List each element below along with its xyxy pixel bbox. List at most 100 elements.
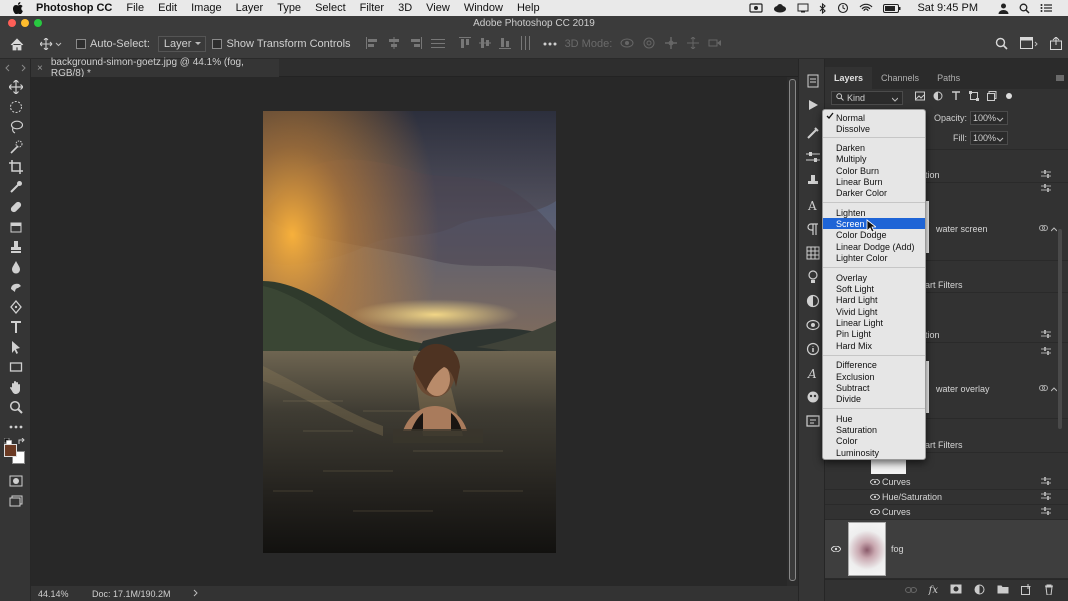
battery-icon[interactable] bbox=[883, 3, 901, 13]
zoom-tool-icon[interactable] bbox=[0, 397, 31, 417]
blend-option-hard-mix[interactable]: Hard Mix bbox=[823, 340, 925, 351]
edit-toolbar-icon[interactable] bbox=[0, 417, 31, 437]
blend-option-difference[interactable]: Difference bbox=[823, 359, 925, 370]
menu-help[interactable]: Help bbox=[517, 2, 540, 14]
distribute-vertical-icon[interactable] bbox=[519, 35, 531, 53]
blend-option-exclusion[interactable]: Exclusion bbox=[823, 371, 925, 382]
clone-stamp-tool-icon[interactable] bbox=[0, 237, 31, 257]
blend-option-soft-light[interactable]: Soft Light bbox=[823, 283, 925, 294]
fill-slider-toggle[interactable] bbox=[996, 135, 1004, 145]
menu-edit[interactable]: Edit bbox=[158, 2, 177, 14]
eyedropper-tool-icon[interactable] bbox=[0, 177, 31, 197]
filter-shape-layer-icon[interactable] bbox=[969, 91, 979, 103]
pen-tool-icon[interactable] bbox=[0, 297, 31, 317]
delete-layer-icon[interactable] bbox=[1044, 584, 1054, 598]
align-top-edges-icon[interactable] bbox=[458, 36, 471, 53]
quick-mask-icon[interactable] bbox=[0, 471, 31, 491]
opacity-slider-toggle[interactable] bbox=[996, 115, 1004, 125]
hand-tool-icon[interactable] bbox=[0, 377, 31, 397]
type-tool-icon[interactable] bbox=[0, 317, 31, 337]
blend-option-vivid-light[interactable]: Vivid Light bbox=[823, 306, 925, 317]
menu-app-name[interactable]: Photoshop CC bbox=[36, 2, 112, 14]
blend-option-lighter-color[interactable]: Lighter Color bbox=[823, 252, 925, 263]
rectangle-tool-icon[interactable] bbox=[0, 357, 31, 377]
spotlight-search-icon[interactable] bbox=[1019, 3, 1030, 14]
filter-kind-dropdown[interactable]: Kind bbox=[831, 91, 903, 105]
blend-option-luminosity[interactable]: Luminosity bbox=[823, 447, 925, 458]
blend-option-darken[interactable]: Darken bbox=[823, 142, 925, 153]
canvas-vertical-scrollbar[interactable] bbox=[787, 77, 798, 586]
blend-option-hard-light[interactable]: Hard Light bbox=[823, 294, 925, 305]
align-horizontal-centers-icon[interactable] bbox=[387, 36, 401, 52]
blend-option-color-burn[interactable]: Color Burn bbox=[823, 165, 925, 176]
menu-filter[interactable]: Filter bbox=[360, 2, 384, 14]
home-icon[interactable] bbox=[0, 37, 34, 51]
3d-scale-icon[interactable] bbox=[708, 37, 722, 52]
auto-select-target-dropdown[interactable]: Layer bbox=[157, 36, 207, 52]
menu-layer[interactable]: Layer bbox=[236, 2, 264, 14]
status-menu-icon[interactable] bbox=[193, 589, 199, 599]
healing-brush-tool-icon[interactable] bbox=[0, 197, 31, 217]
tab-channels[interactable]: Channels bbox=[872, 67, 928, 89]
zoom-window-button[interactable] bbox=[34, 19, 42, 27]
apple-icon[interactable] bbox=[10, 0, 26, 16]
tab-layers[interactable]: Layers bbox=[825, 67, 873, 89]
swap-colors-icon[interactable] bbox=[18, 437, 26, 449]
auto-select-checkbox[interactable] bbox=[76, 39, 86, 49]
show-transform-controls-checkbox[interactable] bbox=[212, 39, 223, 49]
blend-option-divide[interactable]: Divide bbox=[823, 393, 925, 404]
quick-selection-tool-icon[interactable] bbox=[0, 137, 31, 157]
brush-tool-icon[interactable] bbox=[0, 217, 31, 237]
blend-option-overlay[interactable]: Overlay bbox=[823, 272, 925, 283]
close-window-button[interactable] bbox=[8, 19, 16, 27]
blend-option-darker-color[interactable]: Darker Color bbox=[823, 187, 925, 198]
scrollbar-thumb[interactable] bbox=[789, 79, 796, 581]
menu-view[interactable]: View bbox=[426, 2, 450, 14]
history-panel-icon[interactable] bbox=[799, 69, 826, 93]
close-tab-icon[interactable]: × bbox=[37, 63, 43, 74]
user-icon[interactable] bbox=[998, 3, 1009, 14]
3d-slide-icon[interactable] bbox=[686, 36, 700, 52]
foreground-color-swatch[interactable] bbox=[4, 444, 17, 457]
menu-file[interactable]: File bbox=[126, 2, 144, 14]
distribute-icon[interactable] bbox=[430, 37, 445, 52]
menubar-clock[interactable]: Sat 9:45 PM bbox=[917, 2, 978, 14]
workspace-icon[interactable] bbox=[1020, 37, 1038, 52]
move-tool-icon[interactable] bbox=[0, 77, 31, 97]
layer-style-fx-icon[interactable]: fx bbox=[929, 585, 938, 596]
layer-row-curves-1[interactable]: Curves bbox=[825, 475, 1068, 490]
visibility-eye-icon[interactable] bbox=[869, 507, 881, 517]
blend-option-subtract[interactable]: Subtract bbox=[823, 382, 925, 393]
screen-record-icon[interactable] bbox=[749, 3, 764, 13]
layers-scrollbar[interactable] bbox=[1057, 229, 1063, 579]
screen-mode-icon[interactable] bbox=[0, 491, 31, 511]
lasso-tool-icon[interactable] bbox=[0, 117, 31, 137]
add-mask-icon[interactable] bbox=[950, 584, 962, 597]
visibility-eye-icon[interactable] bbox=[869, 492, 881, 502]
document-image[interactable] bbox=[263, 111, 556, 553]
blend-option-lighten[interactable]: Lighten bbox=[823, 207, 925, 218]
notification-center-icon[interactable] bbox=[1040, 3, 1052, 13]
document-canvas-area[interactable] bbox=[31, 77, 798, 586]
time-machine-icon[interactable] bbox=[837, 2, 849, 14]
crop-tool-icon[interactable] bbox=[0, 157, 31, 177]
layer-row-curves-2[interactable]: Curves bbox=[825, 505, 1068, 520]
search-icon[interactable] bbox=[995, 37, 1008, 53]
filter-adjustment-layer-icon[interactable] bbox=[933, 91, 943, 103]
blend-option-pin-light[interactable]: Pin Light bbox=[823, 328, 925, 339]
bluetooth-icon[interactable] bbox=[819, 2, 827, 14]
menu-3d[interactable]: 3D bbox=[398, 2, 412, 14]
blend-option-linear-burn[interactable]: Linear Burn bbox=[823, 176, 925, 187]
more-options-icon[interactable] bbox=[543, 42, 557, 46]
link-layers-icon[interactable] bbox=[904, 585, 917, 597]
blend-mode-dropdown-menu[interactable]: Normal Dissolve Darken Multiply Color Bu… bbox=[822, 109, 926, 460]
blend-option-linear-dodge[interactable]: Linear Dodge (Add) bbox=[823, 241, 925, 252]
3d-drag-icon[interactable] bbox=[664, 36, 678, 52]
layer-row-fog[interactable]: fog bbox=[825, 520, 1068, 579]
menu-type[interactable]: Type bbox=[277, 2, 301, 14]
visibility-eye-icon[interactable] bbox=[830, 544, 842, 554]
minimize-window-button[interactable] bbox=[21, 19, 29, 27]
new-adjustment-layer-icon[interactable] bbox=[974, 584, 985, 598]
path-selection-tool-icon[interactable] bbox=[0, 337, 31, 357]
creative-cloud-icon[interactable] bbox=[773, 3, 787, 13]
